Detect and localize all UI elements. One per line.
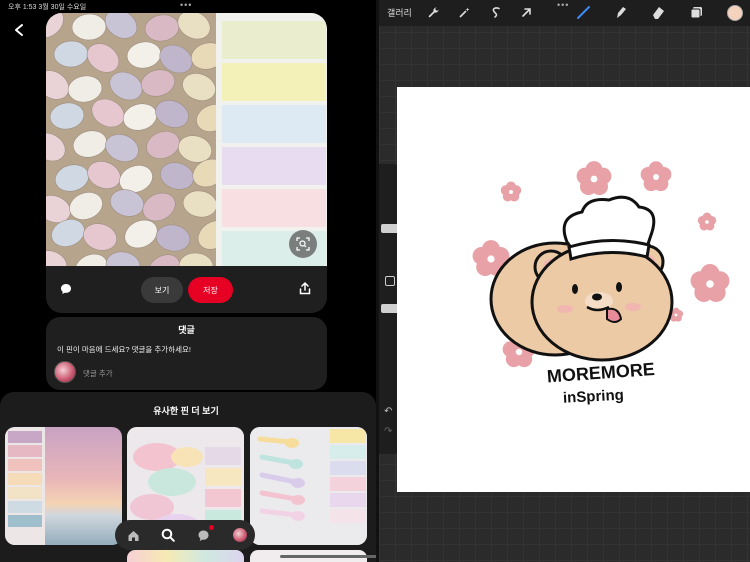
procreate-toolbar: 갤러리 ••• — [379, 0, 750, 26]
procreate-pane: 갤러리 ••• ↶ ↷ MOREMORE inSpring — [379, 0, 750, 562]
magic-wand-icon[interactable] — [457, 5, 472, 20]
easter-eggs-photo — [46, 13, 216, 266]
artwork-text-line2: inSpring — [563, 387, 625, 407]
search-icon[interactable] — [160, 527, 176, 543]
layers-icon[interactable] — [689, 5, 704, 20]
status-bar: 오후 1:53 3월 30일 수요일 ••• — [0, 0, 376, 12]
related-pin[interactable] — [127, 550, 244, 562]
avatar — [54, 361, 76, 383]
palette-swatch — [222, 105, 326, 143]
palette-swatch — [222, 21, 326, 59]
home-icon[interactable] — [125, 527, 141, 543]
pin-actions-bar: 보기 저장 — [46, 266, 327, 313]
pin-image[interactable] — [46, 13, 327, 269]
gallery-button[interactable]: 갤러리 — [387, 6, 412, 19]
notification-badge — [209, 525, 214, 530]
redo-button[interactable]: ↷ — [384, 426, 392, 437]
flower-doodle — [697, 212, 717, 231]
related-pin[interactable] — [250, 427, 367, 545]
back-icon[interactable] — [12, 22, 26, 38]
modify-button[interactable] — [385, 276, 395, 286]
comments-prompt: 이 핀이 마음에 드세요? 댓글을 추가하세요! — [57, 345, 191, 354]
palette-swatch — [222, 63, 326, 101]
pinterest-pane: 오후 1:53 3월 30일 수요일 ••• 보기 저장 댓글 이 핀이 마음에… — [0, 0, 376, 562]
flower-doodle — [500, 181, 522, 202]
undo-button[interactable]: ↶ — [384, 406, 392, 417]
more-like-this-title: 유사한 핀 더 보기 — [153, 406, 219, 416]
save-button[interactable]: 저장 — [188, 277, 233, 303]
artwork-text-line1: MOREMORE — [546, 359, 655, 386]
messages-icon[interactable] — [195, 527, 211, 543]
drawing-canvas[interactable]: MOREMORE inSpring — [397, 87, 750, 492]
comments-section: 댓글 이 핀이 마음에 드세요? 댓글을 추가하세요! 댓글 추가 — [46, 317, 327, 390]
brush-icon[interactable] — [576, 5, 591, 20]
visual-search-lens-icon[interactable] — [289, 230, 317, 258]
bottom-nav — [115, 520, 255, 550]
smudge-icon[interactable] — [613, 5, 628, 20]
pastel-palette — [216, 13, 327, 269]
share-icon[interactable] — [299, 282, 311, 295]
transform-arrow-icon[interactable] — [519, 5, 534, 20]
multitasking-dots[interactable]: ••• — [180, 0, 192, 10]
color-picker-swatch[interactable] — [727, 5, 743, 21]
palette-swatch — [222, 147, 326, 185]
pin-card: 보기 저장 — [46, 13, 327, 313]
flower-doodle — [690, 264, 730, 302]
related-pin[interactable] — [5, 427, 122, 545]
profile-avatar[interactable] — [233, 528, 247, 542]
status-time: 오후 1:53 3월 30일 수요일 — [8, 4, 87, 11]
palette-swatch — [222, 189, 326, 227]
chat-bubble-icon[interactable] — [60, 283, 72, 295]
wrench-icon[interactable] — [426, 5, 441, 20]
bear-chef-artwork: MOREMORE inSpring — [472, 161, 730, 407]
comments-title: 댓글 — [178, 325, 195, 335]
add-comment-input[interactable]: 댓글 추가 — [83, 368, 113, 379]
eraser-icon[interactable] — [651, 5, 666, 20]
flower-doodle — [640, 161, 672, 192]
flower-doodle — [576, 161, 612, 196]
home-indicator — [280, 555, 376, 558]
toolbar-more-dots[interactable]: ••• — [557, 0, 569, 10]
view-button[interactable]: 보기 — [141, 277, 183, 303]
selection-icon[interactable] — [488, 5, 503, 20]
